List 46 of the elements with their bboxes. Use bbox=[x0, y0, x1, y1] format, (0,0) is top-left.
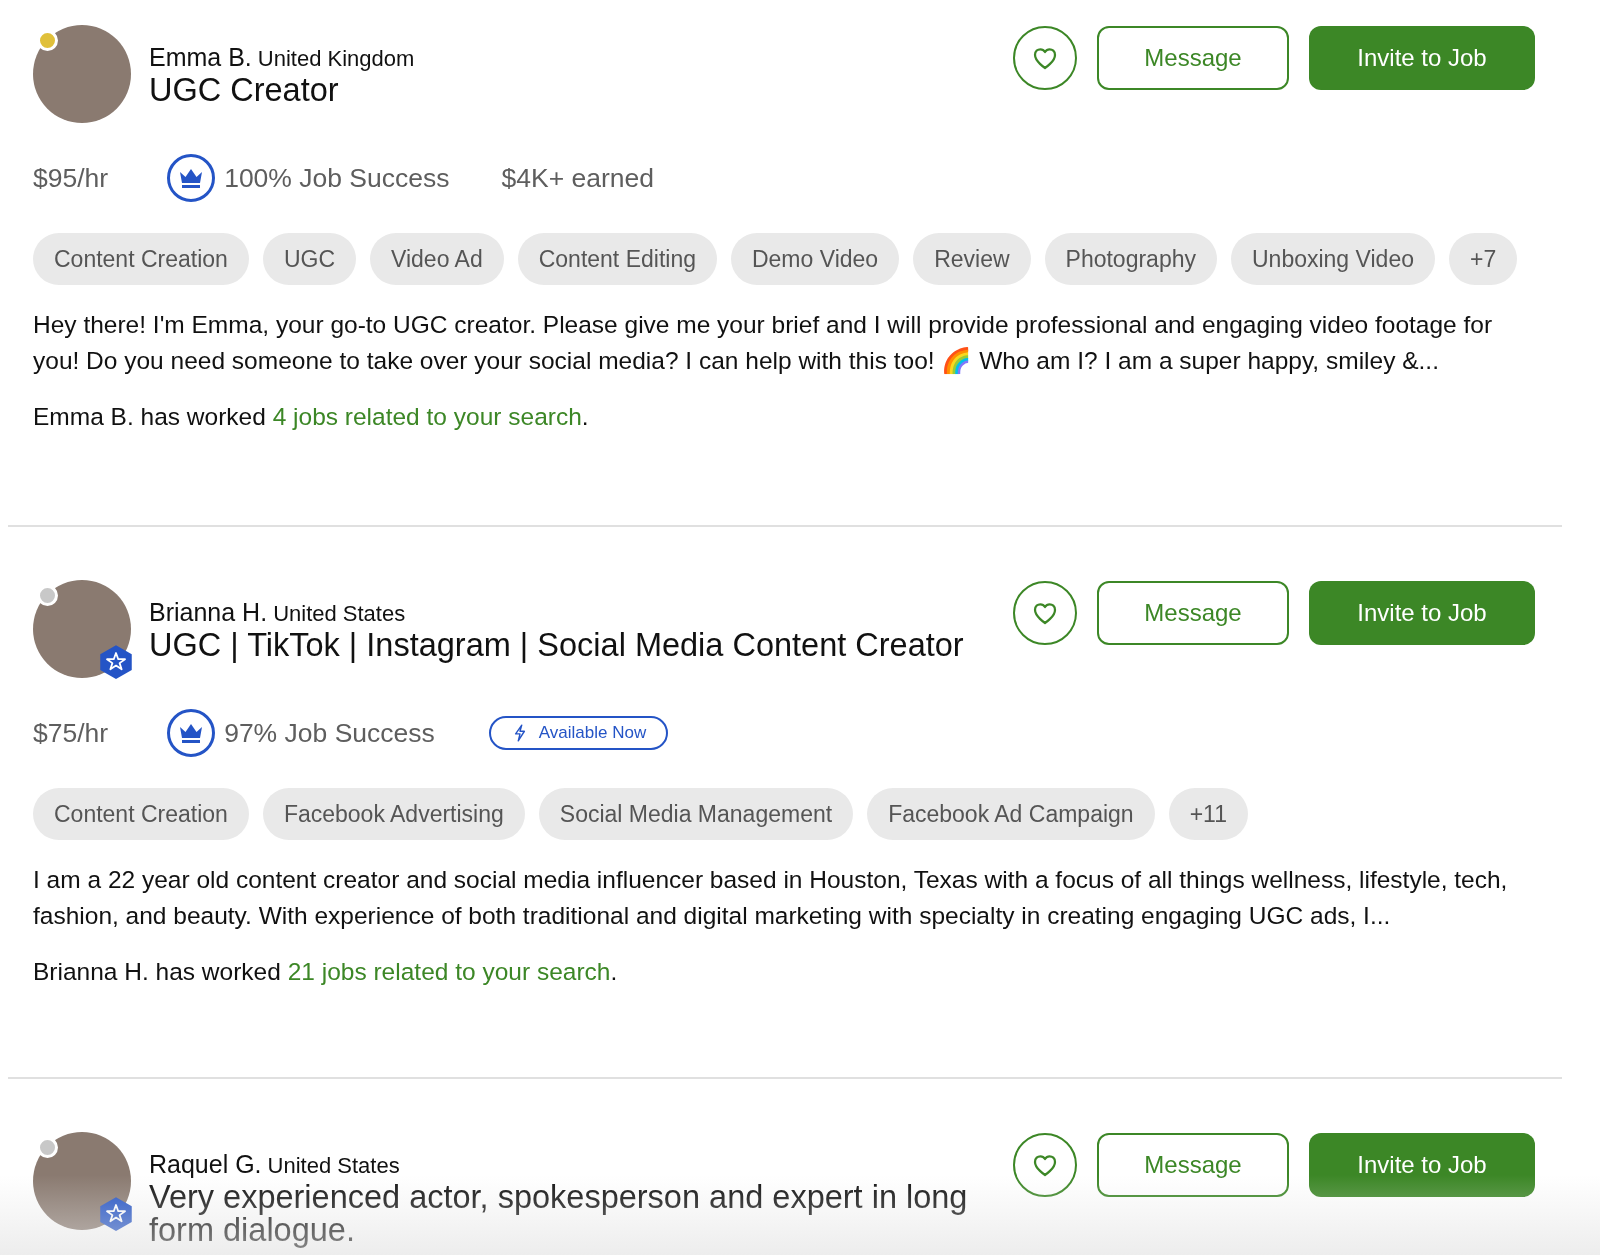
job-success-crown-icon bbox=[166, 708, 217, 758]
job-success-score: 97% Job Success bbox=[224, 717, 435, 749]
skill-tag[interactable]: Social Media Management bbox=[538, 788, 854, 840]
save-button[interactable] bbox=[1013, 581, 1077, 645]
freelancer-name[interactable]: Raquel G. bbox=[149, 1150, 262, 1179]
profile-description: I am a 22 year old content creator and social media influencer based in Houston, Texas with a focus of all things wellness, lifestyle, tech, fashion, and beauty. With experience of both traditional and digital marketing with specialty in creating engaging UGC ads, I... bbox=[33, 865, 1509, 931]
related-jobs-text: Emma B. has worked 4 jobs related to your search. bbox=[33, 403, 590, 431]
related-jobs-text: Brianna H. has worked 21 jobs related to your search. bbox=[33, 958, 619, 986]
hourly-rate: $95/hr bbox=[33, 162, 109, 194]
skill-tag[interactable]: Review bbox=[913, 233, 1031, 285]
skill-tag[interactable]: +7 bbox=[1448, 233, 1518, 285]
skill-tag[interactable]: UGC bbox=[262, 233, 356, 285]
invite-to-job-button[interactable]: Invite to Job bbox=[1309, 26, 1535, 90]
skill-tag[interactable]: +11 bbox=[1168, 788, 1248, 840]
message-button[interactable]: Message bbox=[1097, 581, 1289, 645]
related-jobs-link[interactable]: 21 jobs related to your search bbox=[287, 958, 611, 985]
freelancer-title[interactable]: UGC | TikTok | Instagram | Social Media Content Creator bbox=[149, 629, 979, 662]
freelancer-title[interactable]: UGC Creator bbox=[149, 74, 979, 107]
related-jobs-link[interactable]: 4 jobs related to your search bbox=[272, 403, 582, 430]
job-success-crown-icon bbox=[166, 153, 217, 203]
profile-description: Hey there! I'm Emma, your go-to UGC creator. Please give me your brief and I will provide professional and engaging video footage for you! Do you need someone to take over your social media? I can help with this too! 🌈 Who am I? I am a super happy, smiley &... bbox=[33, 310, 1494, 376]
save-button[interactable] bbox=[1013, 26, 1077, 90]
skill-tag[interactable]: Content Editing bbox=[517, 233, 717, 285]
skill-tag[interactable]: Content Creation bbox=[33, 788, 249, 840]
lightning-icon bbox=[512, 723, 527, 743]
country-label: United States bbox=[273, 601, 406, 627]
skill-tag[interactable]: Demo Video bbox=[730, 233, 900, 285]
freelancer-name[interactable]: Brianna H. bbox=[149, 598, 268, 627]
skill-tag[interactable]: Video Ad bbox=[370, 233, 504, 285]
skill-tag[interactable]: Photography bbox=[1044, 233, 1217, 285]
message-button[interactable]: Message bbox=[1097, 1133, 1289, 1197]
total-earned: $4K+ earned bbox=[501, 162, 655, 194]
hourly-rate: $75/hr bbox=[33, 717, 109, 749]
invite-to-job-button[interactable]: Invite to Job bbox=[1309, 1133, 1535, 1197]
skill-tag[interactable]: Unboxing Video bbox=[1231, 233, 1435, 285]
invite-to-job-button[interactable]: Invite to Job bbox=[1309, 581, 1535, 645]
country-label: United Kingdom bbox=[257, 46, 415, 72]
message-button[interactable]: Message bbox=[1097, 26, 1289, 90]
freelancer-name[interactable]: Emma B. bbox=[149, 43, 252, 72]
skill-tag[interactable]: Facebook Advertising bbox=[262, 788, 525, 840]
job-success-score: 100% Job Success bbox=[224, 162, 450, 194]
save-button[interactable] bbox=[1013, 1133, 1077, 1197]
skill-tag[interactable]: Facebook Ad Campaign bbox=[867, 788, 1155, 840]
skill-tag[interactable]: Content Creation bbox=[33, 233, 249, 285]
available-label: Available Now bbox=[538, 723, 647, 743]
country-label: United States bbox=[267, 1153, 400, 1179]
